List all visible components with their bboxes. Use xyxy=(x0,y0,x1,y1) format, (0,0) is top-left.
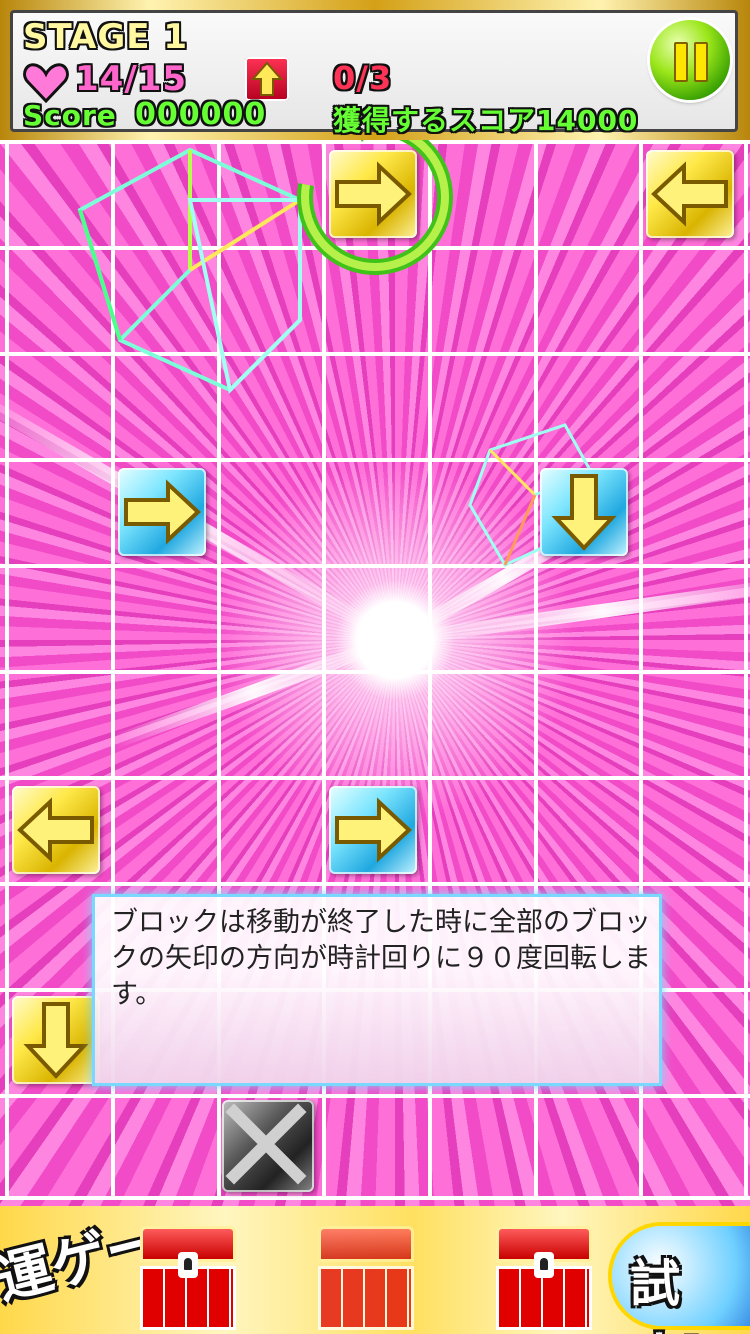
hud-panel: STAGE 1 14/15 0/3 Score 000000 獲得するスコア14… xyxy=(10,10,738,137)
treasure-chest-icon xyxy=(496,1226,592,1330)
pause-button[interactable] xyxy=(650,20,730,100)
arrow-down-icon xyxy=(551,474,617,551)
goal-count: 0/3 xyxy=(333,59,393,97)
arrow-block-right[interactable] xyxy=(118,468,206,556)
hint-dialog: ブロックは移動が終了した時に全部のブロックの矢印の方向が時計回りに９０度回転しま… xyxy=(92,894,662,1086)
pause-icon xyxy=(674,42,688,82)
grid-line xyxy=(5,140,9,1200)
arrow-right-icon xyxy=(335,797,412,863)
target-score: 獲得するスコア14000 xyxy=(333,104,639,137)
pause-icon xyxy=(694,42,708,82)
try-button-label: 試す! xyxy=(630,1255,703,1334)
moves-remaining: 14/15 xyxy=(75,59,188,99)
score-label: Score xyxy=(23,99,117,132)
arrow-block-left[interactable] xyxy=(12,786,100,874)
x-icon xyxy=(225,1103,307,1185)
arrow-down-icon xyxy=(23,1002,89,1079)
arrow-block-left[interactable] xyxy=(646,150,734,238)
game-screen: STAGE 1 14/15 0/3 Score 000000 獲得するスコア14… xyxy=(0,0,750,1334)
treasure-chest-icon xyxy=(318,1226,414,1330)
obstacle-block xyxy=(222,1100,314,1192)
arrow-left-icon xyxy=(17,797,94,863)
arrow-left-icon xyxy=(651,161,728,227)
arrow-right-icon xyxy=(124,479,201,545)
arrow-block-right[interactable] xyxy=(329,786,417,874)
heart-icon xyxy=(23,63,69,103)
hint-text: ブロックは移動が終了した時に全部のブロックの矢印の方向が時計回りに９０度回転しま… xyxy=(111,907,651,1010)
treasure-chest-icon xyxy=(140,1226,236,1330)
score-value: 000000 xyxy=(135,97,267,132)
up-arrow-icon xyxy=(245,57,289,101)
grid-line xyxy=(744,140,748,1200)
stage-label: STAGE 1 xyxy=(23,17,188,57)
arrow-block-down[interactable] xyxy=(12,996,100,1084)
arrow-block-down[interactable] xyxy=(540,468,628,556)
